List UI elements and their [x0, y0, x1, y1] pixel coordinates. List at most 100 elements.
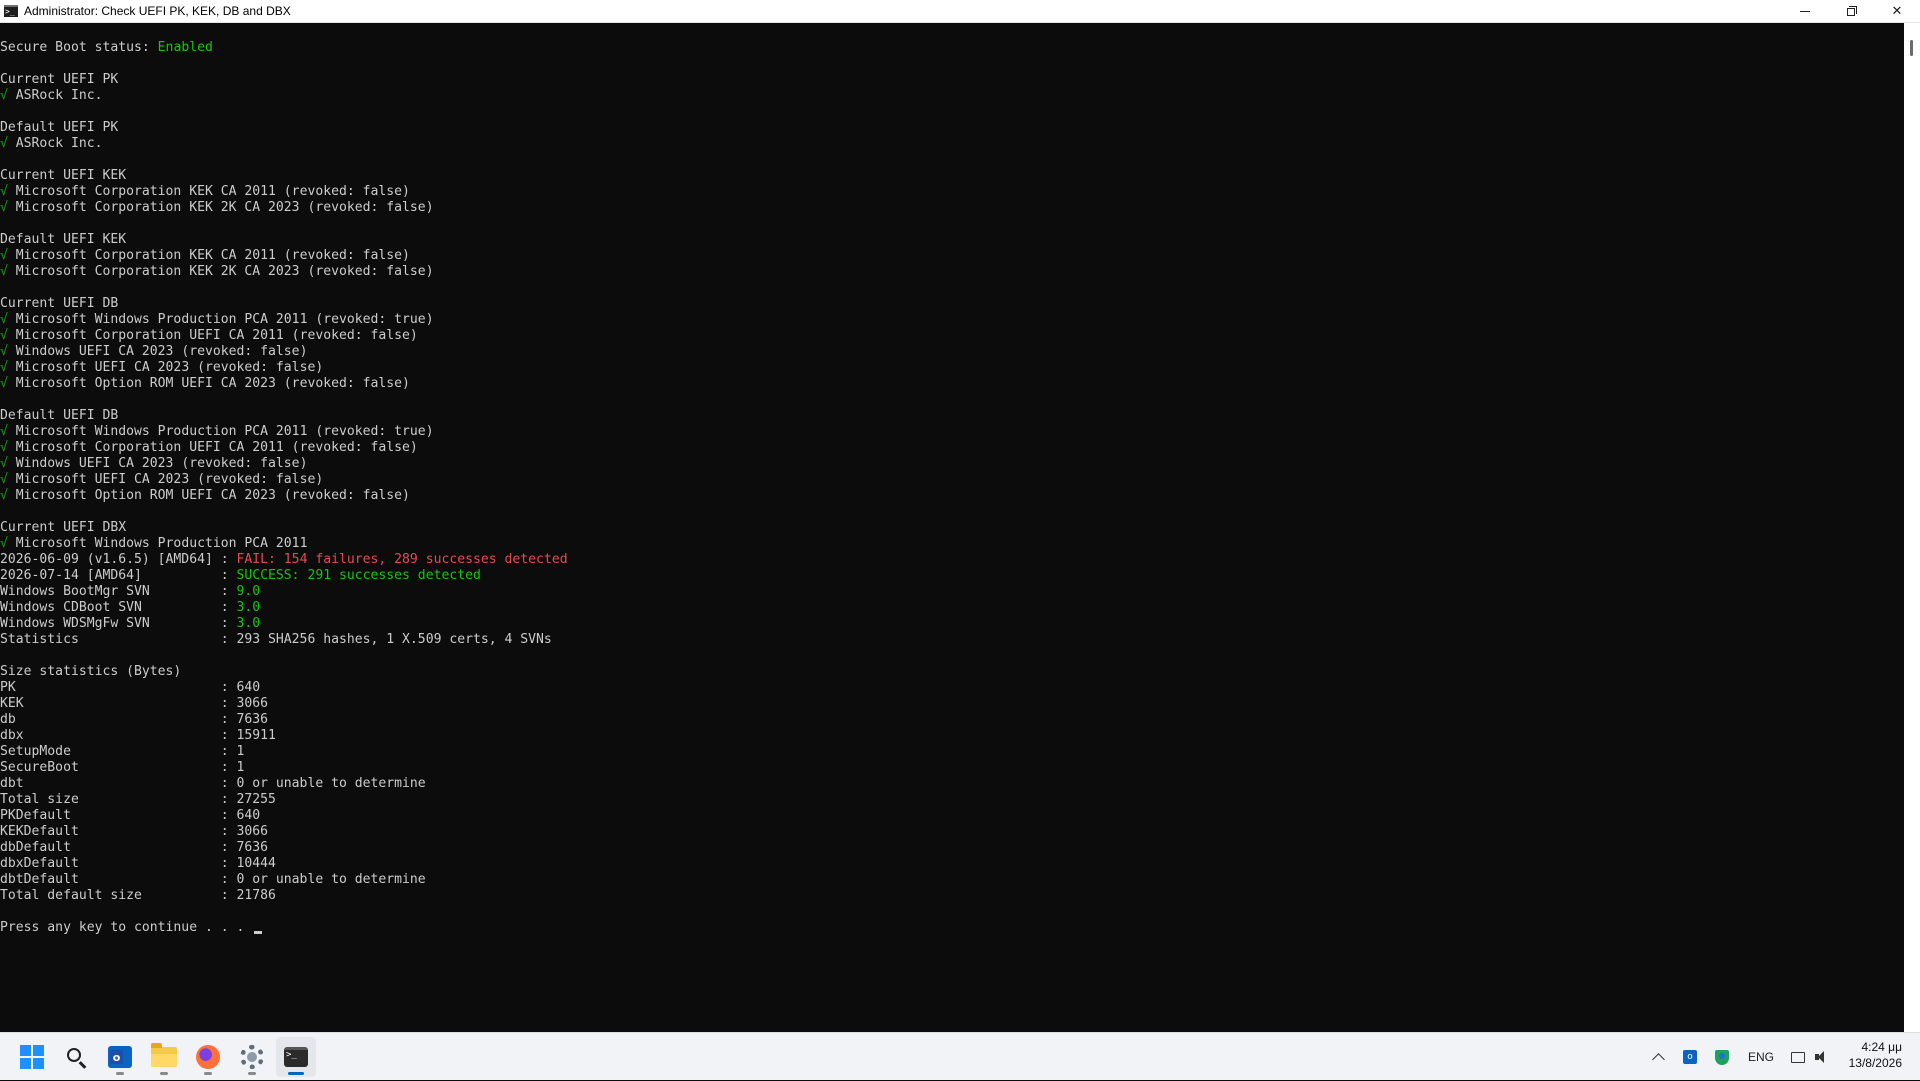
console-line: PKDefault : 640	[0, 808, 568, 824]
console-line: dbt : 0 or unable to determine	[0, 776, 568, 792]
running-indicator	[204, 1072, 212, 1075]
console-line: Current UEFI DBX	[0, 520, 568, 536]
console-text-segment: Windows WDSMgFw SVN :	[0, 616, 237, 631]
console-text-segment: 2026-06-09 (v1.6.5) [AMD64] :	[0, 552, 237, 567]
close-icon: ✕	[1891, 4, 1903, 19]
close-button[interactable]: ✕	[1874, 0, 1920, 23]
console-line: √ Microsoft UEFI CA 2023 (revoked: false…	[0, 472, 568, 488]
console-line: √ Microsoft Corporation UEFI CA 2011 (re…	[0, 328, 568, 344]
clock[interactable]: 4:24 μμ 13/8/2026	[1849, 1039, 1902, 1071]
check-mark: √	[0, 328, 8, 343]
start-button[interactable]	[12, 1037, 52, 1077]
firefox-app[interactable]	[188, 1037, 228, 1077]
show-hidden-icons-button[interactable]	[1648, 1033, 1668, 1081]
terminal-icon: >_	[284, 1047, 308, 1067]
minimize-button[interactable]	[1782, 0, 1828, 23]
console-text-segment: PKDefault : 640	[0, 808, 261, 823]
window-title-bar[interactable]: >_ Administrator: Check UEFI PK, KEK, DB…	[0, 0, 1920, 23]
check-mark: √	[0, 88, 8, 103]
check-mark: √	[0, 264, 8, 279]
scrollbar-thumb[interactable]	[1910, 40, 1913, 56]
console-line: Current UEFI PK	[0, 72, 568, 88]
tray-outlook[interactable]: o	[1680, 1033, 1700, 1081]
console-text-segment: Statistics : 293 SHA256 hashes, 1 X.509 …	[0, 632, 552, 647]
settings-app[interactable]	[232, 1037, 272, 1077]
console-text-segment: Microsoft UEFI CA 2023 (revoked: false)	[7, 472, 324, 487]
search-icon	[67, 1048, 81, 1062]
console-text-segment: KEK : 3066	[0, 696, 269, 711]
console-line: dbtDefault : 0 or unable to determine	[0, 872, 568, 888]
console-text-segment: Secure Boot status:	[0, 40, 158, 55]
console-text-segment: Microsoft Corporation UEFI CA 2011 (revo…	[7, 440, 418, 455]
console-text-segment: SecureBoot : 1	[0, 760, 245, 775]
check-mark: √	[0, 376, 8, 391]
running-indicator	[248, 1072, 256, 1075]
console-text-segment: Windows BootMgr SVN :	[0, 584, 237, 599]
console-text-segment: ASRock Inc.	[7, 88, 103, 103]
check-mark: √	[0, 536, 8, 551]
console-line: 2026-07-14 [AMD64] : SUCCESS: 291 succes…	[0, 568, 568, 584]
console-text-segment: Microsoft UEFI CA 2023 (revoked: false)	[7, 360, 324, 375]
console-text-segment: Microsoft Windows Production PCA 2011	[7, 536, 308, 551]
check-mark: √	[0, 472, 8, 487]
console-text-segment: Default UEFI PK	[0, 120, 119, 135]
tray-network[interactable]	[1788, 1033, 1808, 1081]
console-text-segment: Total default size : 21786	[0, 888, 276, 903]
console-text-segment: Microsoft Corporation KEK 2K CA 2023 (re…	[7, 200, 434, 215]
console-line: Secure Boot status: Enabled	[0, 40, 568, 56]
console-text-segment: Press any key to continue . . .	[0, 920, 253, 935]
console-scrollbar[interactable]	[1904, 23, 1920, 1032]
running-indicator	[116, 1072, 124, 1075]
terminal-app[interactable]: >_	[276, 1037, 316, 1077]
console-line: dbxDefault : 10444	[0, 856, 568, 872]
console-line: Windows WDSMgFw SVN : 3.0	[0, 616, 568, 632]
running-indicator	[160, 1072, 168, 1075]
console-text-segment: Current UEFI KEK	[0, 168, 127, 183]
gear-icon	[240, 1045, 264, 1069]
console-text-segment: Windows UEFI CA 2023 (revoked: false)	[7, 344, 308, 359]
console-text-segment: ASRock Inc.	[7, 136, 103, 151]
check-mark: √	[0, 488, 8, 503]
check-mark: √	[0, 184, 8, 199]
search-button[interactable]	[56, 1037, 96, 1077]
language-indicator[interactable]: ENG	[1746, 1033, 1776, 1081]
tray-volume[interactable]	[1812, 1033, 1832, 1081]
success-text: 3.0	[236, 616, 261, 631]
console-text-segment: dbDefault : 7636	[0, 840, 269, 855]
outlook-app[interactable]: o	[100, 1037, 140, 1077]
network-icon	[1791, 1051, 1805, 1063]
console-text-segment: Default UEFI DB	[0, 408, 119, 423]
text-cursor	[254, 931, 263, 934]
console-text-segment: SetupMode : 1	[0, 744, 245, 759]
tray-security[interactable]	[1712, 1033, 1732, 1081]
console-line: √ Microsoft Option ROM UEFI CA 2023 (rev…	[0, 376, 568, 392]
console-line: Total default size : 21786	[0, 888, 568, 904]
console-text-segment: KEKDefault : 3066	[0, 824, 269, 839]
console-line: Default UEFI PK	[0, 120, 568, 136]
console-line: √ Microsoft Corporation KEK CA 2011 (rev…	[0, 184, 568, 200]
check-mark: √	[0, 440, 8, 455]
console-text-segment: Current UEFI DB	[0, 296, 119, 311]
taskbar: o >_ o ENG 4:24 μμ 13/8/2026	[0, 1032, 1920, 1080]
console-output-area[interactable]: Secure Boot status: Enabled Current UEFI …	[0, 23, 1904, 1032]
speaker-icon	[1815, 1051, 1829, 1063]
restore-button[interactable]	[1828, 0, 1874, 23]
console-line: √ Microsoft Windows Production PCA 2011	[0, 536, 568, 552]
file-explorer-app[interactable]	[144, 1037, 184, 1077]
console-line: √ Microsoft UEFI CA 2023 (revoked: false…	[0, 360, 568, 376]
console-line: Default UEFI KEK	[0, 232, 568, 248]
console-text-segment: Microsoft Corporation KEK 2K CA 2023 (re…	[7, 264, 434, 279]
active-indicator	[288, 1072, 304, 1075]
check-mark: √	[0, 344, 8, 359]
windows-logo-icon	[20, 1045, 44, 1069]
console-line: √ Microsoft Windows Production PCA 2011 …	[0, 424, 568, 440]
console-line: √ ASRock Inc.	[0, 88, 568, 104]
console-line: dbDefault : 7636	[0, 840, 568, 856]
console-text-segment: Microsoft Corporation KEK CA 2011 (revok…	[7, 184, 410, 199]
